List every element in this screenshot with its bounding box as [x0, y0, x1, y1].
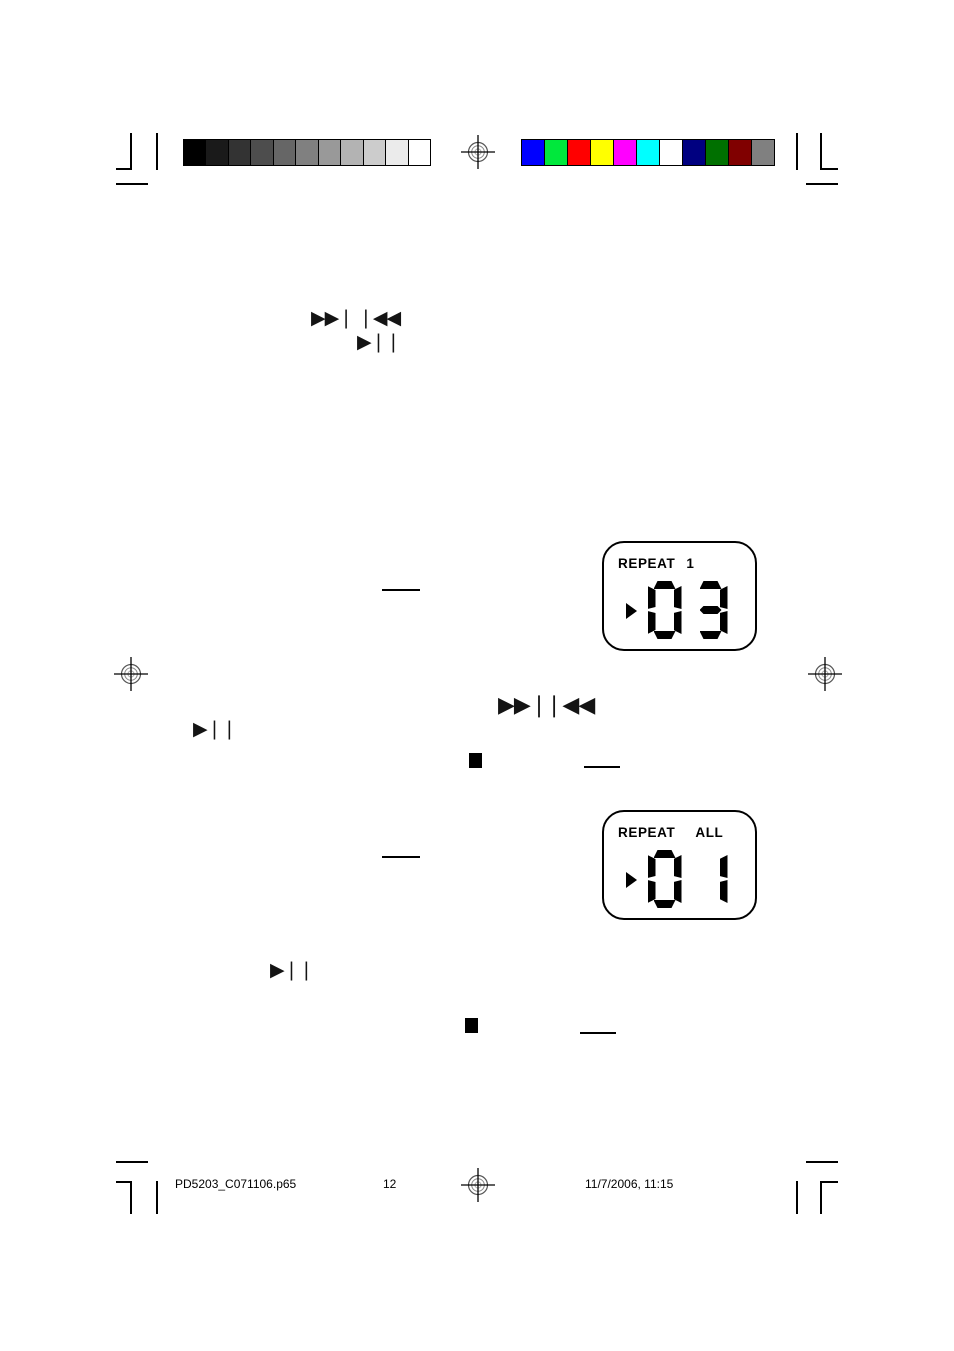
color-swatch	[729, 140, 752, 165]
crop-mark-top-right-vertical-outer	[796, 133, 798, 170]
color-swatch	[568, 140, 591, 165]
crop-mark-top-left-vertical-inner	[156, 133, 158, 170]
crop-mark-top-right-vertical-inner	[820, 133, 822, 170]
stop-icon[interactable]	[465, 1018, 478, 1033]
seven-segment-digit	[694, 850, 728, 908]
crop-mark-bottom-left-vertical-inner	[156, 1181, 158, 1214]
stop-icon[interactable]	[469, 753, 482, 768]
crop-mark-bottom-right-vertical-outer	[796, 1181, 798, 1214]
crop-mark-top-right-horizontal-lower	[806, 183, 838, 185]
underline-rule	[382, 856, 420, 858]
registration-mark-bottom-center	[461, 1168, 495, 1202]
crop-mark-bottom-right-horizontal-lower	[820, 1181, 838, 1183]
page-number: 12	[383, 1177, 397, 1191]
crop-mark-bottom-left-vertical-outer	[130, 1181, 132, 1214]
color-swatch	[683, 140, 706, 165]
grayscale-swatch	[273, 140, 297, 165]
grayscale-swatch	[251, 140, 274, 165]
crop-mark-top-right-horizontal-outer	[820, 168, 838, 170]
color-control-bar	[521, 139, 775, 166]
lcd-repeat-text: REPEAT	[618, 556, 676, 571]
grayscale-swatch	[296, 140, 319, 165]
grayscale-swatch	[206, 140, 229, 165]
crop-mark-top-left-horizontal-outer	[116, 168, 132, 170]
color-swatch	[614, 140, 637, 165]
color-swatch	[752, 140, 774, 165]
color-swatch	[545, 140, 568, 165]
prev-track-icon[interactable]: ❘◀◀	[545, 695, 595, 717]
play-pause-icon[interactable]: ▶❘❘	[270, 961, 314, 980]
grayscale-swatch	[408, 140, 430, 165]
lcd-mode-label-repeat-one: REPEAT 1	[618, 556, 694, 571]
grayscale-swatch	[184, 140, 207, 165]
grayscale-swatch	[228, 140, 252, 165]
grayscale-swatch	[363, 140, 387, 165]
crop-mark-top-left-horizontal-lower	[116, 183, 148, 185]
registration-mark-left-center	[114, 657, 148, 691]
lcd-repeat-mode-value: ALL	[695, 825, 724, 840]
color-swatch	[660, 140, 683, 165]
play-pause-icon[interactable]: ▶❘❘	[357, 333, 401, 352]
play-pause-icon[interactable]: ▶❘❘	[193, 720, 237, 739]
color-swatch	[637, 140, 660, 165]
seven-segment-digit	[648, 581, 682, 639]
registration-mark-right-center	[808, 657, 842, 691]
lcd-display-repeat-one: REPEAT 1	[602, 541, 757, 651]
footer-timestamp: 11/7/2006, 11:15	[585, 1177, 674, 1191]
registration-mark-top-center	[461, 135, 495, 169]
grayscale-swatch	[341, 140, 364, 165]
footer-filename: PD5203_C071106.p65	[175, 1177, 297, 1191]
underline-rule	[584, 766, 620, 768]
lcd-repeat-text: REPEAT	[618, 825, 676, 840]
color-swatch	[706, 140, 729, 165]
crop-mark-bottom-right-horizontal-upper	[806, 1161, 838, 1163]
seven-segment-digit	[694, 581, 728, 639]
underline-rule	[382, 589, 420, 591]
color-swatch	[591, 140, 614, 165]
underline-rule	[580, 1032, 616, 1034]
next-track-icon[interactable]: ▶▶❘	[498, 695, 548, 717]
lcd-mode-label-repeat-all: REPEAT ALL	[618, 825, 723, 840]
lcd-readout-repeat-one	[604, 581, 755, 639]
manual-page: ▶▶❘ ❘◀◀ ▶❘❘ REPEAT 1 ▶▶❘ ❘◀◀ ▶❘❘ REPEAT …	[0, 0, 954, 1351]
seven-segment-digit	[648, 850, 682, 908]
lcd-repeat-mode-value: 1	[686, 556, 695, 571]
prev-track-icon[interactable]: ❘◀◀	[358, 309, 401, 328]
play-indicator-icon	[625, 872, 637, 888]
crop-mark-top-left-vertical-outer	[130, 133, 132, 170]
lcd-display-repeat-all: REPEAT ALL	[602, 810, 757, 920]
next-track-icon[interactable]: ▶▶❘	[311, 309, 354, 328]
lcd-readout-repeat-all	[604, 850, 755, 908]
play-indicator-icon	[625, 603, 637, 619]
crop-mark-bottom-left-horizontal-upper	[116, 1161, 148, 1163]
grayscale-swatch	[386, 140, 409, 165]
grayscale-swatch	[318, 140, 342, 165]
color-swatch	[522, 140, 545, 165]
grayscale-step-wedge	[183, 139, 431, 166]
crop-mark-bottom-right-vertical-inner	[820, 1181, 822, 1214]
